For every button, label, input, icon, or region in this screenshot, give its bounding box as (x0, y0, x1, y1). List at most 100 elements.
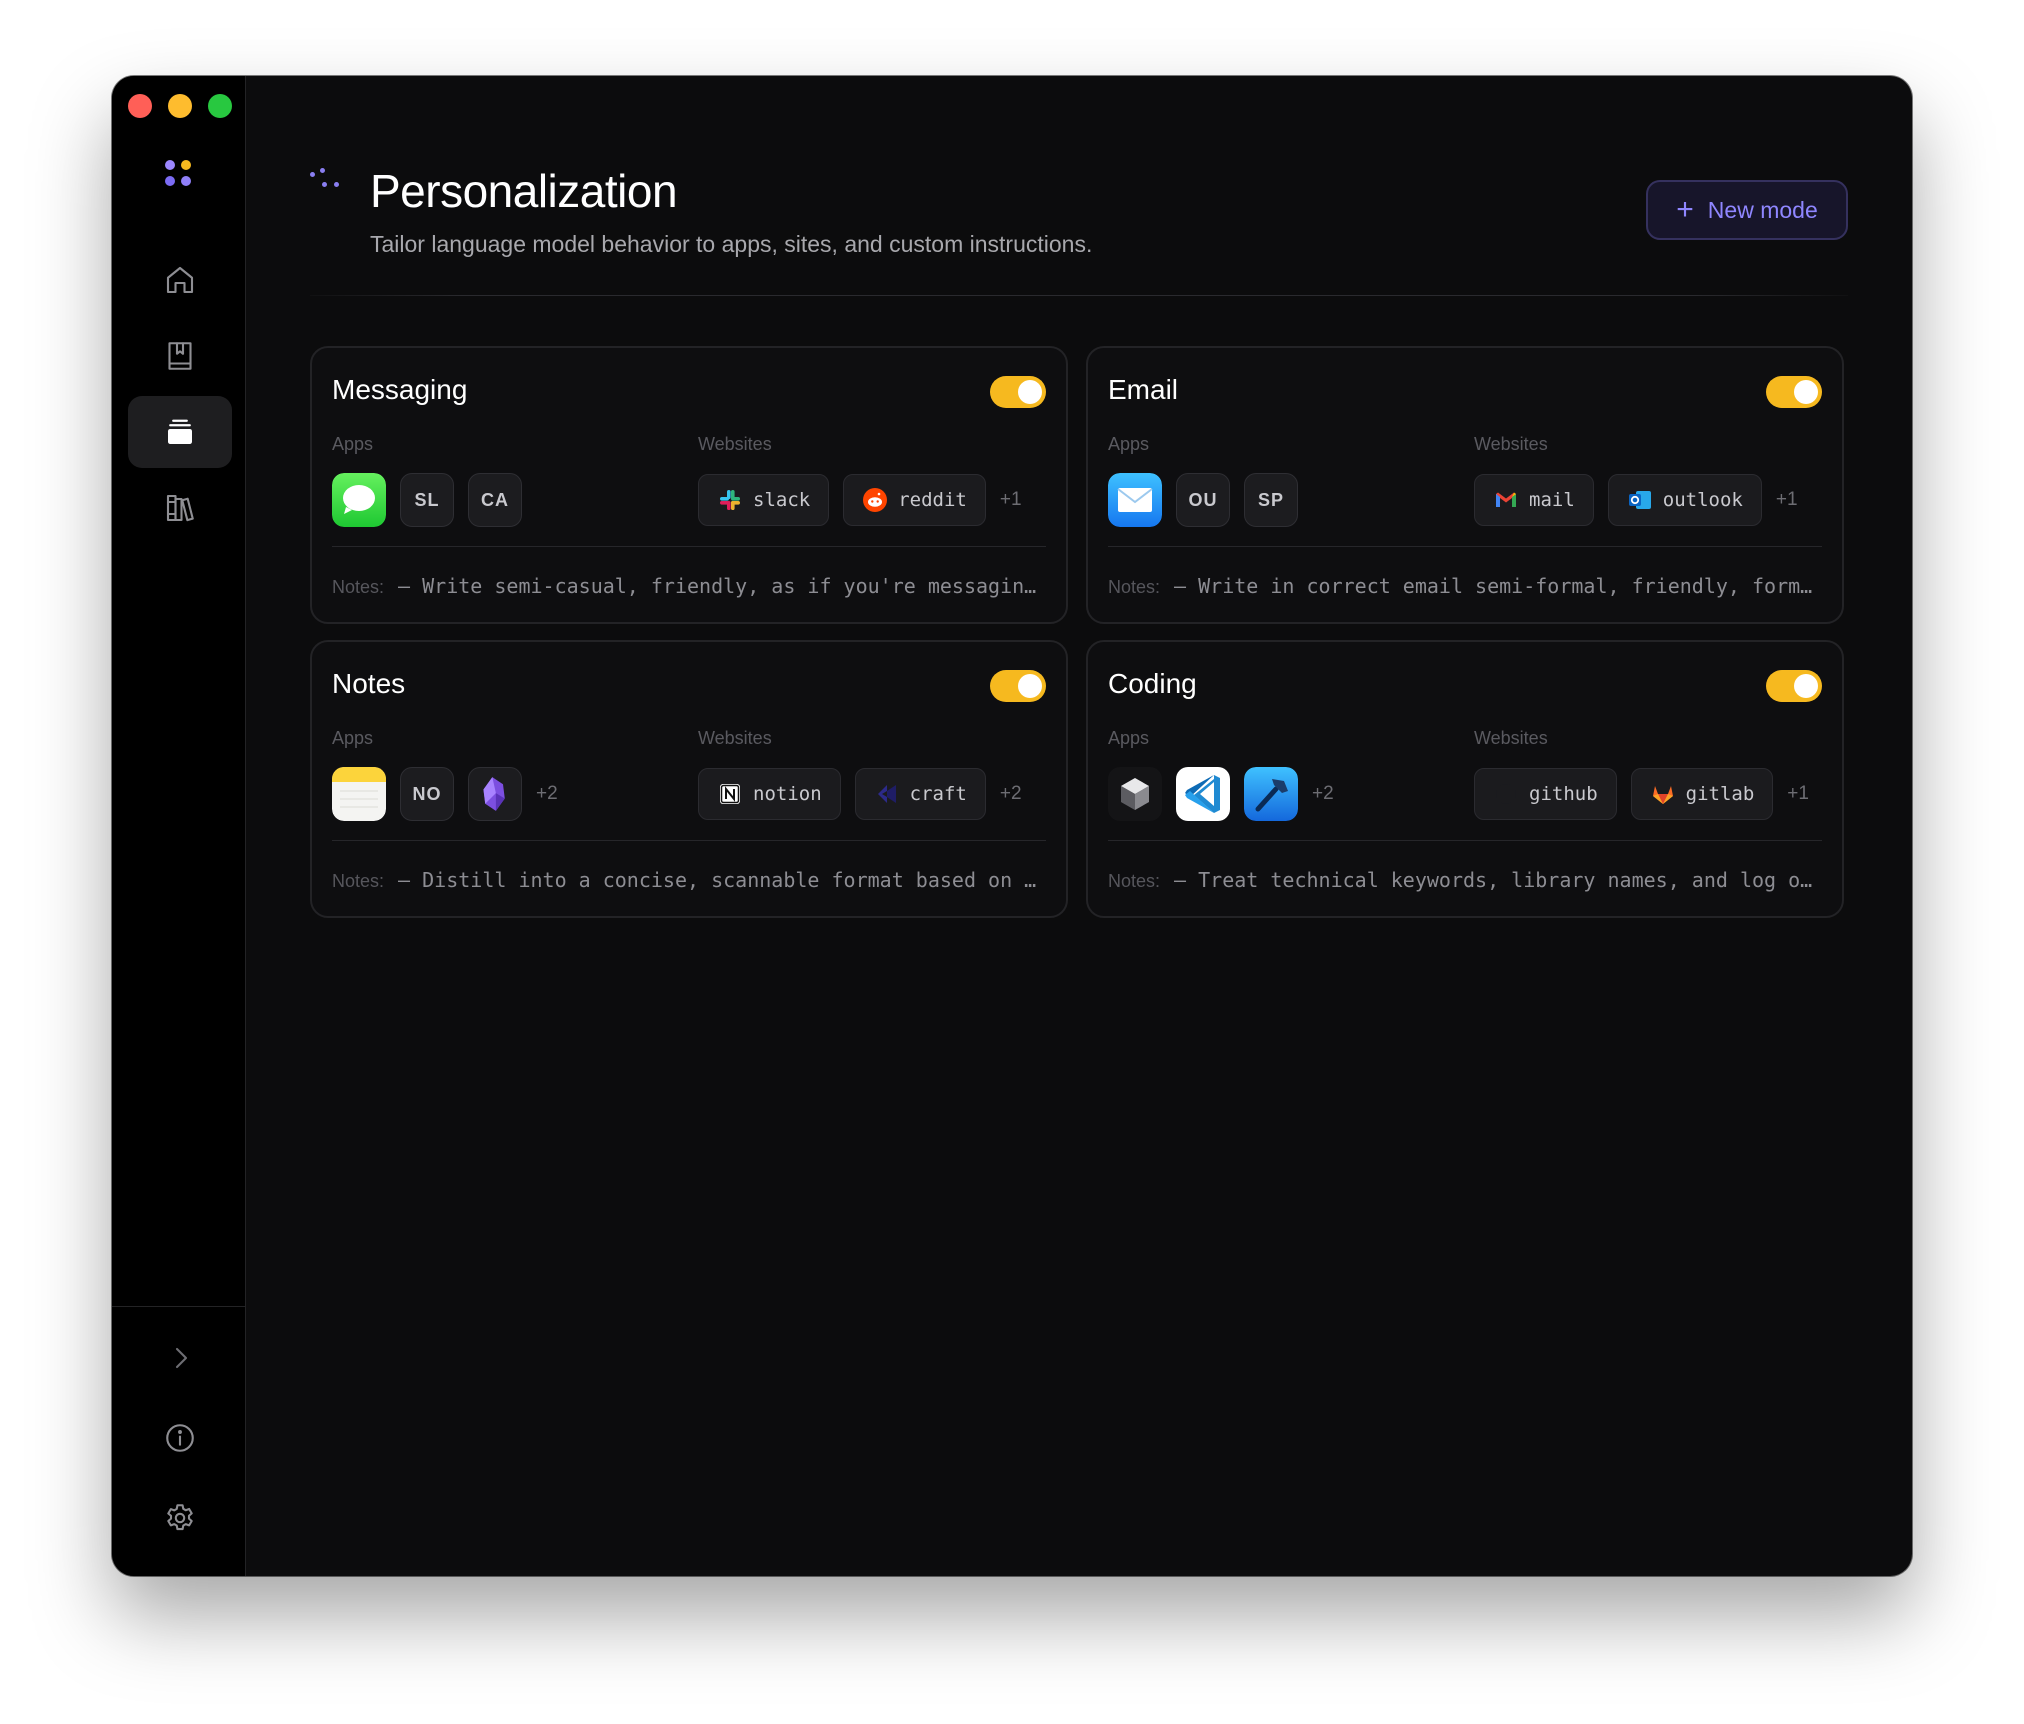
sidebar-item-modes[interactable] (128, 396, 232, 468)
mode-card-messaging[interactable]: Messaging Apps Websites SL CA slack redd… (310, 346, 1068, 624)
mode-enabled-toggle[interactable] (990, 376, 1046, 408)
apps-list: OU SP (1108, 472, 1298, 528)
apps-list: +2 (1108, 766, 1334, 822)
minimize-window-button[interactable] (168, 94, 192, 118)
app-abbr-badge[interactable]: SP (1244, 473, 1298, 527)
cursor-app-icon[interactable] (1108, 767, 1162, 821)
settings-button[interactable] (128, 1482, 232, 1554)
mode-card-notes[interactable]: Notes Apps Websites NO +2 notion craft +… (310, 640, 1068, 918)
website-chip-mail[interactable]: mail (1474, 474, 1594, 526)
apps-label: Apps (332, 728, 374, 748)
more-websites-count[interactable]: +2 (1000, 783, 1022, 805)
info-button[interactable] (128, 1402, 232, 1474)
plus-icon: + (1676, 193, 1694, 226)
gmail-icon (1496, 492, 1516, 507)
home-icon (166, 266, 194, 294)
website-label: notion (753, 783, 822, 805)
zoom-window-button[interactable] (208, 94, 232, 118)
more-apps-count[interactable]: +2 (1312, 783, 1334, 805)
notes-text: – Write semi-casual, friendly, as if you… (398, 574, 1046, 598)
slack-icon (720, 490, 740, 510)
mode-notes[interactable]: Notes: – Write semi-casual, friendly, as… (332, 574, 1046, 598)
header-divider (310, 295, 1848, 296)
window-controls (128, 94, 232, 118)
notes-app-icon[interactable] (332, 767, 386, 821)
sidebar-divider (112, 1306, 245, 1307)
website-chip-outlook[interactable]: outlook (1607, 474, 1762, 526)
notes-label: Notes: (1108, 871, 1161, 891)
mode-notes[interactable]: Notes: – Write in correct email semi-for… (1108, 574, 1822, 598)
website-label: github (1529, 783, 1598, 805)
mode-enabled-toggle[interactable] (1766, 376, 1822, 408)
messages-app-icon[interactable] (332, 473, 386, 527)
app-abbr-badge[interactable]: OU (1176, 473, 1230, 527)
sidebar-item-library[interactable] (128, 472, 232, 544)
xcode-app-icon[interactable] (1244, 767, 1298, 821)
website-chip-gitlab[interactable]: gitlab (1630, 768, 1774, 820)
mode-notes[interactable]: Notes: – Distill into a concise, scannab… (332, 868, 1046, 892)
mode-card-coding[interactable]: Coding Apps Websites +2 github gitlab +1… (1086, 640, 1844, 918)
mode-title: Messaging (332, 374, 468, 405)
sidebar-item-dictionary[interactable] (128, 320, 232, 392)
card-divider (332, 546, 1046, 547)
book-bookmark-icon (168, 342, 192, 370)
toggle-knob (1794, 380, 1818, 404)
website-chip-craft[interactable]: craft (854, 768, 986, 820)
close-window-button[interactable] (128, 94, 152, 118)
website-chip-slack[interactable]: slack (698, 474, 830, 526)
card-divider (1108, 840, 1822, 841)
apps-label: Apps (1108, 434, 1150, 454)
mode-card-email[interactable]: Email Apps Websites OU SP mail outlook +… (1086, 346, 1844, 624)
stack-icon (168, 419, 192, 444)
websites-list: slack reddit +1 (698, 472, 1022, 528)
websites-list: notion craft +2 (698, 766, 1022, 822)
mode-enabled-toggle[interactable] (1766, 670, 1822, 702)
books-icon (166, 494, 194, 522)
app-abbr-badge[interactable]: CA (468, 473, 522, 527)
website-label: craft (909, 783, 967, 805)
vscode-app-icon[interactable] (1176, 767, 1230, 821)
website-label: mail (1529, 489, 1575, 511)
mail-app-icon[interactable] (1108, 473, 1162, 527)
chevron-right-icon (175, 1347, 188, 1369)
notes-label: Notes: (1108, 577, 1161, 597)
sidebar-item-home[interactable] (128, 244, 232, 316)
mode-notes[interactable]: Notes: – Treat technical keywords, libra… (1108, 868, 1822, 892)
app-window: Personalization Tailor language model be… (112, 76, 1912, 1576)
more-websites-count[interactable]: +1 (1000, 489, 1022, 511)
website-chip-reddit[interactable]: reddit (843, 474, 986, 526)
more-apps-count[interactable]: +2 (536, 783, 558, 805)
mode-title: Notes (332, 668, 406, 699)
website-label: outlook (1662, 489, 1743, 511)
info-icon (166, 1424, 194, 1452)
apps-label: Apps (332, 434, 374, 454)
website-chip-github[interactable]: github (1474, 768, 1617, 820)
notes-label: Notes: (332, 577, 385, 597)
website-label: gitlab (1685, 783, 1755, 805)
apps-list: NO +2 (332, 766, 558, 822)
more-websites-count[interactable]: +1 (1776, 489, 1798, 511)
toggle-knob (1794, 674, 1818, 698)
outlook-icon (1628, 491, 1651, 509)
page-subtitle: Tailor language model behavior to apps, … (370, 231, 1093, 257)
new-mode-button[interactable]: + New mode (1646, 180, 1848, 240)
websites-label: Websites (1474, 434, 1548, 454)
website-label: slack (753, 489, 811, 511)
apps-label: Apps (1108, 728, 1150, 748)
sidebar-expand-button[interactable] (128, 1322, 232, 1394)
more-websites-count[interactable]: +1 (1787, 783, 1809, 805)
app-abbr-badge[interactable]: SL (400, 473, 454, 527)
notion-icon (720, 784, 740, 804)
website-chip-notion[interactable]: notion (698, 768, 841, 820)
notes-text: – Distill into a concise, scannable form… (398, 868, 1046, 892)
app-abbr-badge[interactable]: NO (400, 767, 454, 821)
websites-list: github gitlab +1 (1474, 766, 1809, 822)
websites-label: Websites (1474, 728, 1548, 748)
gitlab-icon (1652, 786, 1673, 804)
app-logo-icon (165, 160, 195, 190)
page-title: Personalization (370, 165, 678, 217)
gear-icon (167, 1504, 193, 1531)
mode-enabled-toggle[interactable] (990, 670, 1046, 702)
obsidian-app-icon[interactable] (468, 767, 522, 821)
card-divider (1108, 546, 1822, 547)
